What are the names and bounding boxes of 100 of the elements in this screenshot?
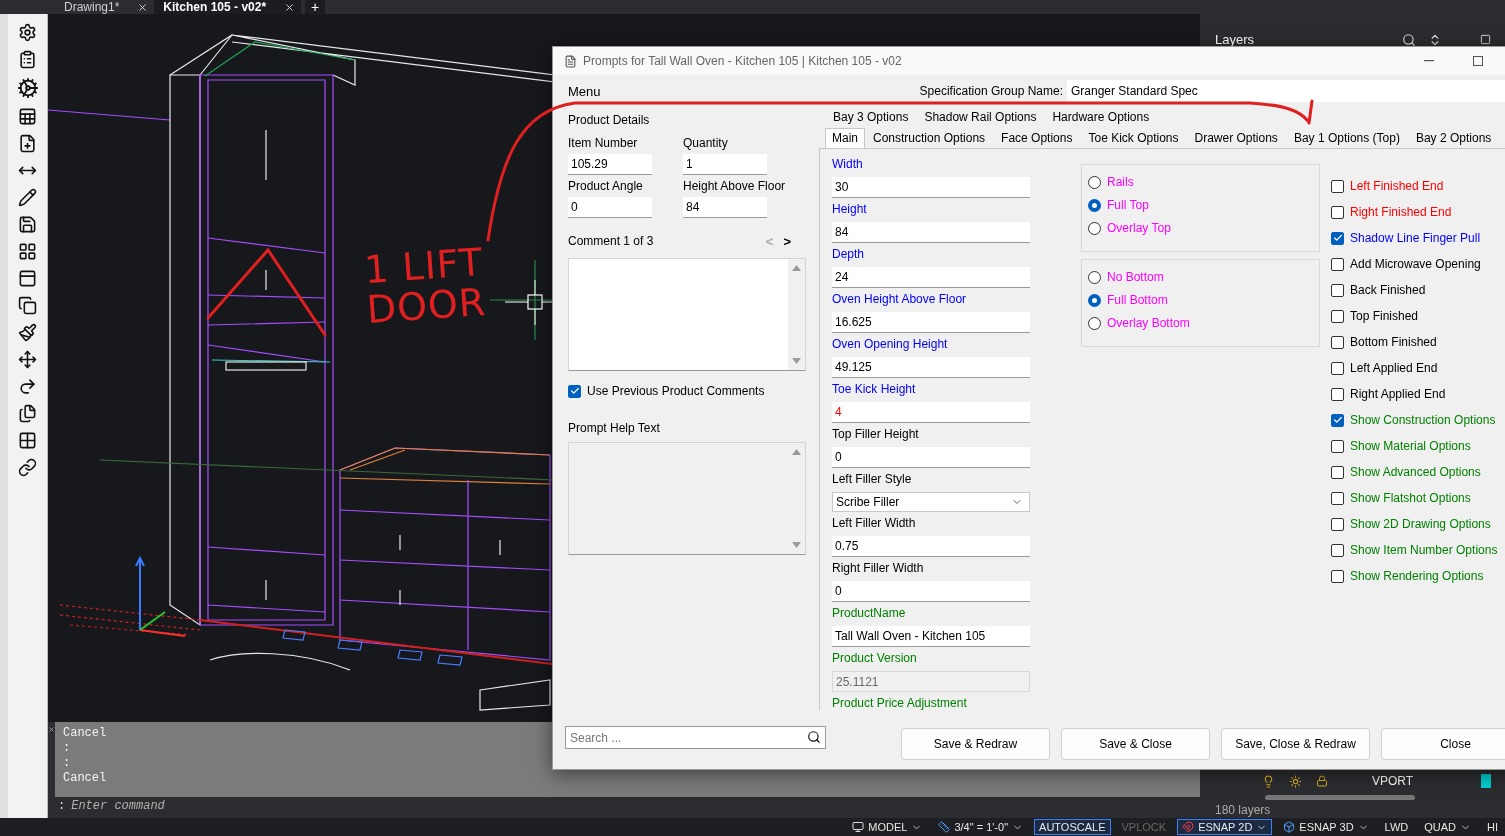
checkbox[interactable]	[1331, 179, 1344, 193]
tab[interactable]: Bay 3 Options	[825, 107, 917, 127]
checkbox-label: Show Construction Options	[1350, 413, 1496, 427]
input-field[interactable]: 0	[832, 581, 1030, 602]
dialog-button[interactable]: Save & Redraw	[901, 728, 1050, 760]
tab[interactable]: Construction Options	[865, 128, 994, 148]
checkbox[interactable]	[1331, 491, 1344, 505]
bulb-icon[interactable]	[1262, 774, 1275, 788]
input-field[interactable]: 0	[832, 447, 1030, 468]
checkbox[interactable]	[1331, 257, 1344, 271]
layer-color-swatch[interactable]	[1481, 774, 1491, 788]
menu-item[interactable]: Menu	[568, 83, 920, 99]
checkbox[interactable]	[1331, 439, 1344, 453]
spec-group-field[interactable]: Granger Standard Spec	[1067, 80, 1505, 102]
status-toggle[interactable]: LWD	[1379, 819, 1414, 835]
checkbox[interactable]	[1331, 231, 1344, 245]
input-field[interactable]: 1	[683, 154, 767, 175]
sun-icon[interactable]	[1289, 774, 1302, 788]
tab[interactable]: Bay 2 Options	[1407, 128, 1500, 148]
input-field[interactable]: 0.75	[832, 536, 1030, 557]
dialog-button[interactable]: Save & Close	[1061, 728, 1210, 760]
tab[interactable]: Drawer Options	[1186, 128, 1286, 148]
close-icon[interactable]	[137, 1, 149, 13]
files-icon[interactable]	[18, 404, 37, 423]
maximize-icon[interactable]	[1473, 56, 1483, 66]
file-plus-icon[interactable]	[18, 134, 37, 153]
grid-icon[interactable]	[18, 431, 37, 450]
grid-icon[interactable]	[18, 242, 37, 261]
tab[interactable]: Hardware Options	[1044, 107, 1158, 127]
search-icon[interactable]	[807, 730, 821, 744]
checkbox[interactable]	[568, 384, 581, 398]
save-icon[interactable]	[18, 215, 37, 234]
status-toggle[interactable]: ESNAP 2D	[1177, 819, 1273, 835]
scrollbar[interactable]	[1265, 795, 1415, 800]
clipboard-icon[interactable]	[18, 50, 37, 69]
status-toggle[interactable]: MODEL	[847, 819, 928, 835]
checkbox[interactable]	[1331, 387, 1344, 401]
document-tab[interactable]: Kitchen 105 - v02*	[154, 0, 302, 14]
input-field[interactable]: 24	[832, 267, 1030, 288]
gear-icon[interactable]	[16, 77, 39, 99]
minimize-icon[interactable]	[1424, 60, 1434, 62]
field-label: Depth	[832, 246, 866, 262]
dialog-button[interactable]: Close	[1381, 728, 1505, 760]
radio-button[interactable]	[1088, 221, 1101, 235]
search-icon[interactable]	[1402, 32, 1416, 47]
input-field[interactable]: 4	[832, 402, 1030, 423]
input-field[interactable]: 25.1121	[832, 671, 1030, 692]
status-toggle[interactable]: HI	[1482, 819, 1503, 835]
move-icon[interactable]	[18, 350, 37, 369]
input-field[interactable]: 49.125	[832, 357, 1030, 378]
copy-icon[interactable]	[18, 296, 37, 315]
checkbox[interactable]	[1331, 569, 1344, 583]
new-tab-button[interactable]: +	[305, 0, 326, 14]
radio-button[interactable]	[1088, 198, 1101, 212]
checkbox[interactable]	[1331, 205, 1344, 219]
tab[interactable]: Toe Kick Options	[1080, 128, 1187, 148]
brush-icon[interactable]	[18, 323, 37, 342]
input-field[interactable]: 84	[683, 197, 767, 218]
checkbox[interactable]	[1331, 465, 1344, 479]
input-field[interactable]: 16.625	[832, 312, 1030, 333]
tab[interactable]: Face Options	[993, 128, 1081, 148]
radio-button[interactable]	[1088, 293, 1101, 307]
lock-icon[interactable]	[1316, 775, 1328, 787]
checkbox[interactable]	[1331, 309, 1344, 323]
checkbox[interactable]	[1331, 361, 1344, 375]
input-field[interactable]: 0	[568, 197, 652, 218]
input-field[interactable]: 84	[832, 222, 1030, 243]
checkbox[interactable]	[1331, 413, 1344, 427]
radio-button[interactable]	[1088, 316, 1101, 330]
search-field[interactable]: Search ...	[565, 726, 826, 749]
redo-icon[interactable]	[18, 377, 37, 396]
monitor-icon	[852, 821, 865, 833]
tab[interactable]: Shadow Rail Options	[916, 107, 1045, 127]
dialog-button[interactable]: Save, Close & Redraw	[1221, 728, 1370, 760]
checkbox[interactable]	[1331, 335, 1344, 349]
tab[interactable]: Main	[825, 128, 865, 148]
checkbox[interactable]	[1331, 543, 1344, 557]
close-icon[interactable]	[284, 1, 296, 13]
table-icon[interactable]	[18, 107, 37, 126]
input-field[interactable]: 30	[832, 177, 1030, 198]
input-field[interactable]: 105.29	[568, 154, 652, 175]
status-toggle[interactable]: 3/4" = 1'-0"	[933, 819, 1029, 835]
status-toggle[interactable]: AUTOSCALE	[1034, 819, 1111, 835]
gear-icon[interactable]	[18, 23, 37, 42]
tab[interactable]: Bay 1 Options (Top)	[1285, 128, 1408, 148]
pencil-icon[interactable]	[18, 188, 37, 207]
status-toggle[interactable]: ESNAP 3D	[1278, 819, 1374, 835]
link-icon[interactable]	[18, 458, 37, 477]
layer-name[interactable]: VPORT	[1342, 774, 1467, 788]
radio-button[interactable]	[1088, 175, 1101, 189]
checkbox[interactable]	[1331, 283, 1344, 297]
panel-icon[interactable]	[18, 269, 37, 288]
input-field[interactable]: Tall Wall Oven - Kitchen 105	[832, 626, 1030, 647]
command-input[interactable]: Enter command	[71, 799, 372, 813]
dropdown[interactable]: Scribe Filler	[832, 492, 1030, 512]
radio-button[interactable]	[1088, 270, 1101, 284]
next-button[interactable]: >	[783, 233, 791, 249]
checkbox[interactable]	[1331, 517, 1344, 531]
status-toggle[interactable]: QUAD	[1419, 819, 1476, 835]
checkbox-label: Use Previous Product Comments	[587, 384, 765, 398]
